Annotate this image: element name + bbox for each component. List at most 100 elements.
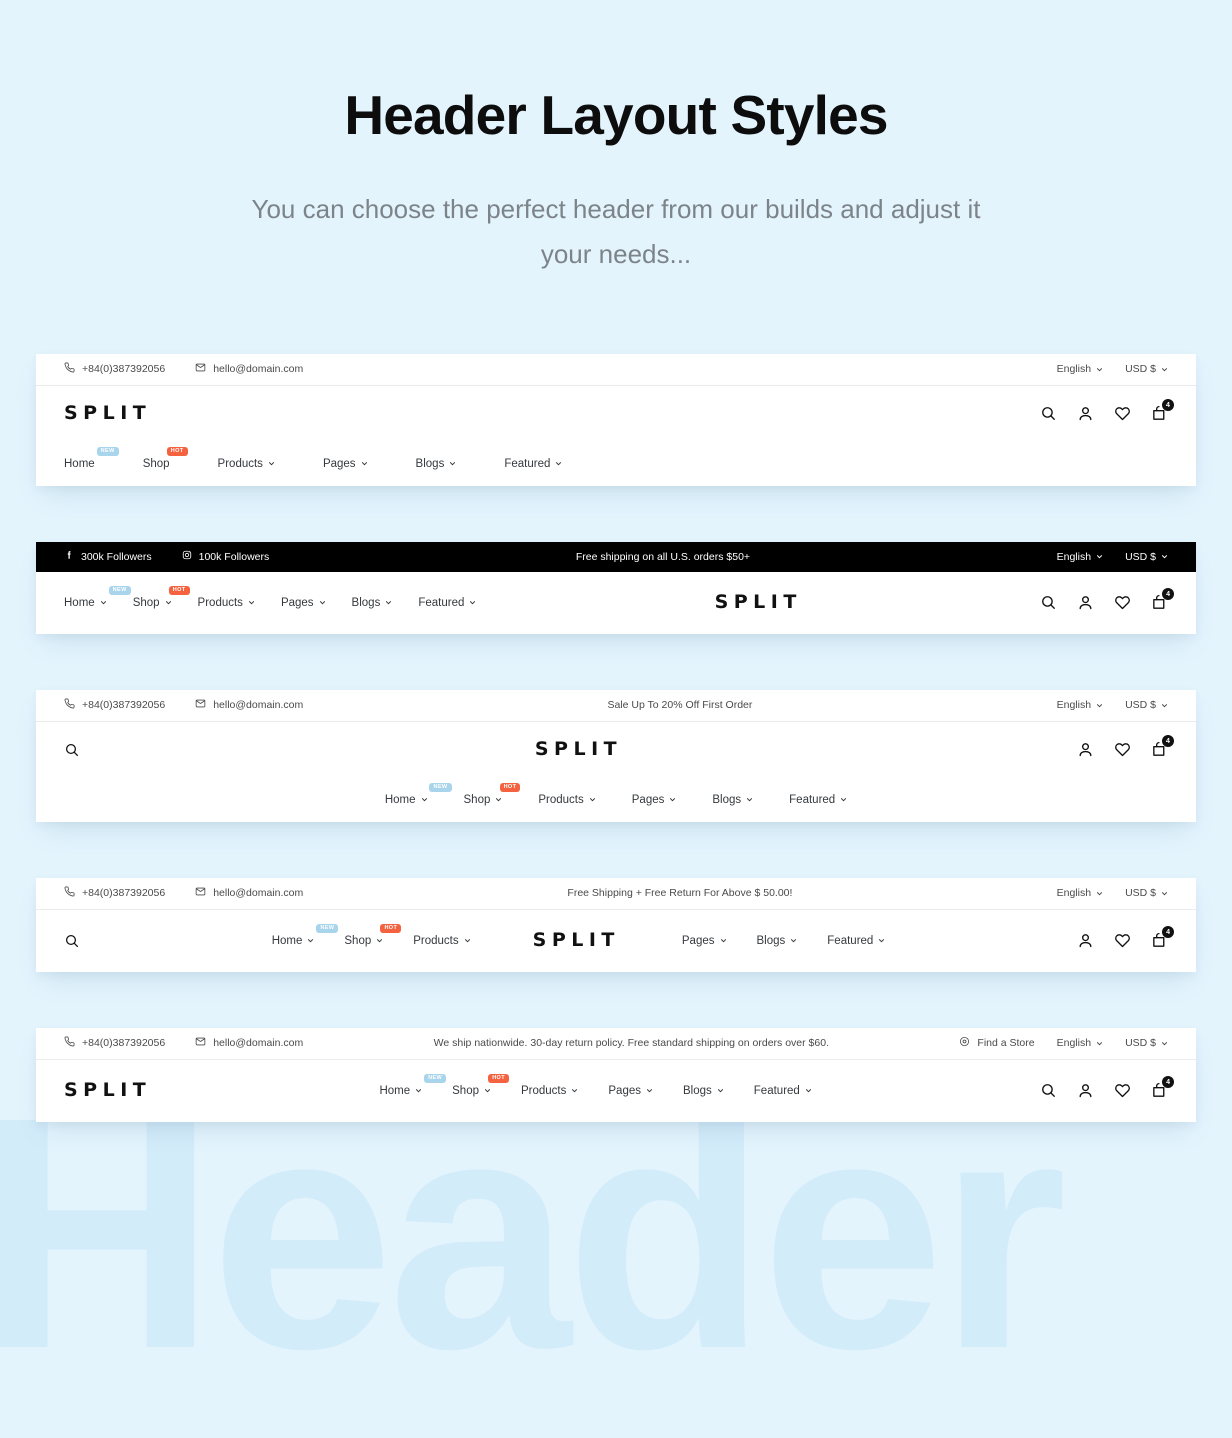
phone-icon xyxy=(64,698,75,712)
cart-icon[interactable]: 4 xyxy=(1151,926,1175,949)
phone-icon xyxy=(64,1036,75,1050)
chevron-down-icon xyxy=(376,937,383,944)
email-link[interactable]: hello@domain.com xyxy=(195,698,303,712)
search-icon[interactable] xyxy=(1040,1082,1057,1099)
main-navigation: Home NEW Shop HOT Products Pages Blogs F… xyxy=(64,585,476,609)
user-icon[interactable] xyxy=(1077,1082,1094,1099)
heart-icon[interactable] xyxy=(1114,594,1131,611)
language-selector[interactable]: English xyxy=(1057,363,1103,375)
nav-item-featured[interactable]: Featured xyxy=(754,1085,812,1097)
chevron-down-icon xyxy=(589,796,596,803)
nav-label: Home xyxy=(271,934,303,947)
chevron-down-icon xyxy=(165,599,172,606)
nav-item-blogs[interactable]: Blogs xyxy=(757,935,798,947)
currency-value: USD $ xyxy=(1125,887,1156,900)
nav-item-featured[interactable]: Featured xyxy=(504,458,562,470)
nav-item-featured[interactable]: Featured xyxy=(789,794,847,806)
language-selector[interactable]: English xyxy=(1057,699,1103,711)
language-selector[interactable]: English xyxy=(1057,1037,1103,1049)
email-link[interactable]: hello@domain.com xyxy=(195,886,303,900)
header1-mainbar: SPLIT 4 xyxy=(36,386,1196,442)
nav-item-shop[interactable]: Shop HOT xyxy=(464,782,521,806)
nav-label: Home xyxy=(379,1084,411,1097)
user-icon[interactable] xyxy=(1077,932,1094,949)
nav-label: Featured xyxy=(827,934,874,947)
brand-logo[interactable]: SPLIT xyxy=(64,1081,151,1100)
nav-item-home[interactable]: Home NEW xyxy=(379,1073,447,1097)
language-selector[interactable]: English xyxy=(1057,887,1103,899)
header1-navstrip: Home NEW Shop HOT Products Pages Blogs F… xyxy=(36,442,1196,486)
nav-item-products[interactable]: Products xyxy=(218,458,275,470)
search-icon[interactable] xyxy=(1040,405,1057,422)
header4-mainbar: Home NEW Shop HOT Products SPLIT Pages B… xyxy=(36,910,1196,972)
heart-icon[interactable] xyxy=(1114,405,1131,422)
nav-item-blogs[interactable]: Blogs xyxy=(352,597,393,609)
nav-item-home[interactable]: Home NEW xyxy=(64,446,119,470)
currency-selector[interactable]: USD $ xyxy=(1125,1037,1168,1049)
email-link[interactable]: hello@domain.com xyxy=(195,362,303,376)
nav-item-pages[interactable]: Pages xyxy=(608,1085,653,1097)
nav-item-products[interactable]: Products xyxy=(538,794,595,806)
nav-item-pages[interactable]: Pages xyxy=(323,458,368,470)
currency-selector[interactable]: USD $ xyxy=(1125,699,1168,711)
email-link[interactable]: hello@domain.com xyxy=(195,1036,303,1050)
heart-icon[interactable] xyxy=(1114,1082,1131,1099)
nav-item-featured[interactable]: Featured xyxy=(418,597,476,609)
chevron-down-icon xyxy=(100,599,107,606)
nav-item-blogs[interactable]: Blogs xyxy=(416,458,457,470)
cart-icon[interactable]: 4 xyxy=(1151,588,1175,611)
nav-item-blogs[interactable]: Blogs xyxy=(712,794,753,806)
nav-item-products[interactable]: Products xyxy=(413,935,470,947)
chevron-down-icon xyxy=(1161,702,1168,709)
search-icon[interactable] xyxy=(64,933,80,949)
phone-link[interactable]: +84(0)387392056 xyxy=(64,1036,165,1050)
phone-link[interactable]: +84(0)387392056 xyxy=(64,886,165,900)
cart-icon[interactable]: 4 xyxy=(1151,399,1174,422)
phone-link[interactable]: +84(0)387392056 xyxy=(64,362,165,376)
nav-label: Products xyxy=(217,457,263,470)
nav-item-home[interactable]: Home NEW xyxy=(64,585,131,609)
nav-label: Products xyxy=(413,934,459,947)
chevron-down-icon xyxy=(1096,702,1103,709)
chevron-down-icon xyxy=(1096,890,1103,897)
header5-topbar: +84(0)387392056 hello@domain.com We ship… xyxy=(36,1028,1196,1060)
find-a-store-link[interactable]: Find a Store xyxy=(959,1036,1035,1050)
cart-icon[interactable]: 4 xyxy=(1151,1076,1175,1099)
nav-item-shop[interactable]: Shop HOT xyxy=(133,585,190,609)
user-icon[interactable] xyxy=(1077,594,1094,611)
search-icon[interactable] xyxy=(64,742,80,758)
brand-logo[interactable]: SPLIT xyxy=(533,931,620,950)
user-icon[interactable] xyxy=(1077,405,1094,422)
nav-item-shop[interactable]: Shop HOT xyxy=(344,923,402,947)
currency-selector[interactable]: USD $ xyxy=(1125,363,1168,375)
user-icon[interactable] xyxy=(1077,741,1094,758)
nav-item-home[interactable]: Home NEW xyxy=(271,923,339,947)
nav-item-blogs[interactable]: Blogs xyxy=(683,1085,724,1097)
brand-logo[interactable]: SPLIT xyxy=(715,593,802,612)
brand-logo[interactable]: SPLIT xyxy=(535,740,622,759)
facebook-followers[interactable]: 300k Followers xyxy=(64,550,152,563)
currency-selector[interactable]: USD $ xyxy=(1125,887,1168,899)
nav-item-featured[interactable]: Featured xyxy=(827,935,885,947)
facebook-icon xyxy=(64,550,74,563)
nav-item-products[interactable]: Products xyxy=(521,1085,578,1097)
instagram-followers[interactable]: 100k Followers xyxy=(182,550,269,563)
search-icon[interactable] xyxy=(1040,594,1057,611)
nav-item-home[interactable]: Home NEW xyxy=(385,782,452,806)
cart-icon[interactable]: 4 xyxy=(1151,735,1174,758)
nav-item-shop[interactable]: Shop HOT xyxy=(452,1073,509,1097)
language-selector[interactable]: English xyxy=(1057,551,1103,563)
currency-selector[interactable]: USD $ xyxy=(1125,551,1168,563)
nav-item-products[interactable]: Products xyxy=(198,597,255,609)
heart-icon[interactable] xyxy=(1114,932,1131,949)
nav-item-pages[interactable]: Pages xyxy=(281,597,326,609)
nav-item-pages[interactable]: Pages xyxy=(682,935,727,947)
chevron-down-icon xyxy=(307,937,314,944)
nav-item-shop[interactable]: Shop HOT xyxy=(143,446,188,470)
chevron-down-icon xyxy=(1096,1040,1103,1047)
brand-logo[interactable]: SPLIT xyxy=(64,404,151,423)
chevron-down-icon xyxy=(469,599,476,606)
heart-icon[interactable] xyxy=(1114,741,1131,758)
nav-item-pages[interactable]: Pages xyxy=(632,794,677,806)
phone-link[interactable]: +84(0)387392056 xyxy=(64,698,165,712)
